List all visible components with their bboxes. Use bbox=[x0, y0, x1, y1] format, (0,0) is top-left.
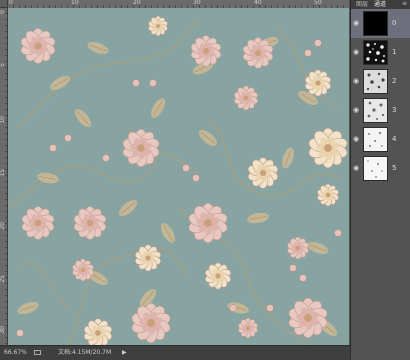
ruler-tick-label: 20 bbox=[133, 0, 141, 6]
visibility-eye-icon[interactable]: ◉ bbox=[353, 49, 359, 56]
channel-thumbnail bbox=[363, 40, 388, 65]
export-icon[interactable] bbox=[34, 350, 41, 355]
status-bar: 66.67% 文档:4.15M/20.7M ▶ bbox=[0, 345, 350, 360]
channel-name: 5 bbox=[392, 164, 397, 172]
visibility-eye-icon[interactable]: ◉ bbox=[353, 20, 359, 27]
ruler-tick-label: 30 bbox=[0, 326, 6, 334]
ruler-origin[interactable] bbox=[0, 0, 8, 8]
channel-row[interactable]: ◉ 1 bbox=[351, 38, 410, 67]
visibility-eye-icon[interactable]: ◉ bbox=[353, 78, 359, 85]
channel-row[interactable]: ◉ 3 bbox=[351, 96, 410, 125]
vertical-ruler[interactable]: 0 5 10 15 20 25 30 bbox=[0, 8, 8, 345]
ruler-tick-label: 20 bbox=[0, 222, 6, 230]
ruler-tick-label: 10 bbox=[71, 0, 79, 6]
zoom-level[interactable]: 66.67% bbox=[4, 346, 27, 360]
channel-name: 3 bbox=[392, 106, 397, 114]
tab-layers[interactable]: 图层 bbox=[356, 1, 368, 8]
ruler-tick-label: 15 bbox=[0, 169, 6, 177]
visibility-eye-icon[interactable]: ◉ bbox=[353, 107, 359, 114]
channel-thumbnail bbox=[363, 98, 388, 123]
channels-panel: 图层 通道 ≡ ◉ 0 ◉ 1 ◉ 2 ◉ 3 ◉ 4 ◉ 5 bbox=[350, 0, 410, 360]
channel-row[interactable]: ◉ 4 bbox=[351, 125, 410, 154]
ruler-tick-label: 0 bbox=[9, 0, 13, 6]
channel-thumbnail bbox=[363, 69, 388, 94]
panel-menu-icon[interactable]: ≡ bbox=[402, 0, 407, 8]
channel-row[interactable]: ◉ 2 bbox=[351, 67, 410, 96]
tab-channels[interactable]: 通道 bbox=[374, 1, 386, 8]
channel-thumbnail bbox=[363, 156, 388, 181]
channel-name: 0 bbox=[392, 19, 397, 27]
ruler-tick-label: 10 bbox=[0, 116, 6, 124]
document-canvas[interactable] bbox=[8, 8, 349, 345]
channel-name: 4 bbox=[392, 135, 397, 143]
ruler-tick-label: 5 bbox=[0, 63, 6, 67]
document-size: 文档:4.15M/20.7M bbox=[58, 349, 112, 356]
ruler-tick-label: 40 bbox=[254, 0, 262, 6]
ruler-tick-label: 0 bbox=[0, 10, 6, 14]
ruler-tick-label: 25 bbox=[0, 275, 6, 283]
status-menu-arrow-icon[interactable]: ▶ bbox=[122, 346, 127, 360]
channel-row[interactable]: ◉ 5 bbox=[351, 154, 410, 183]
visibility-eye-icon[interactable]: ◉ bbox=[353, 136, 359, 143]
channel-thumbnail bbox=[363, 127, 388, 152]
channel-row[interactable]: ◉ 0 bbox=[351, 9, 410, 38]
channel-name: 2 bbox=[392, 77, 397, 85]
channel-name: 1 bbox=[392, 48, 397, 56]
ruler-tick-label: 50 bbox=[314, 0, 322, 6]
ruler-tick-label: 30 bbox=[193, 0, 201, 6]
visibility-eye-icon[interactable]: ◉ bbox=[353, 165, 359, 172]
floral-pattern-artwork bbox=[8, 8, 349, 345]
channel-thumbnail bbox=[363, 11, 388, 36]
